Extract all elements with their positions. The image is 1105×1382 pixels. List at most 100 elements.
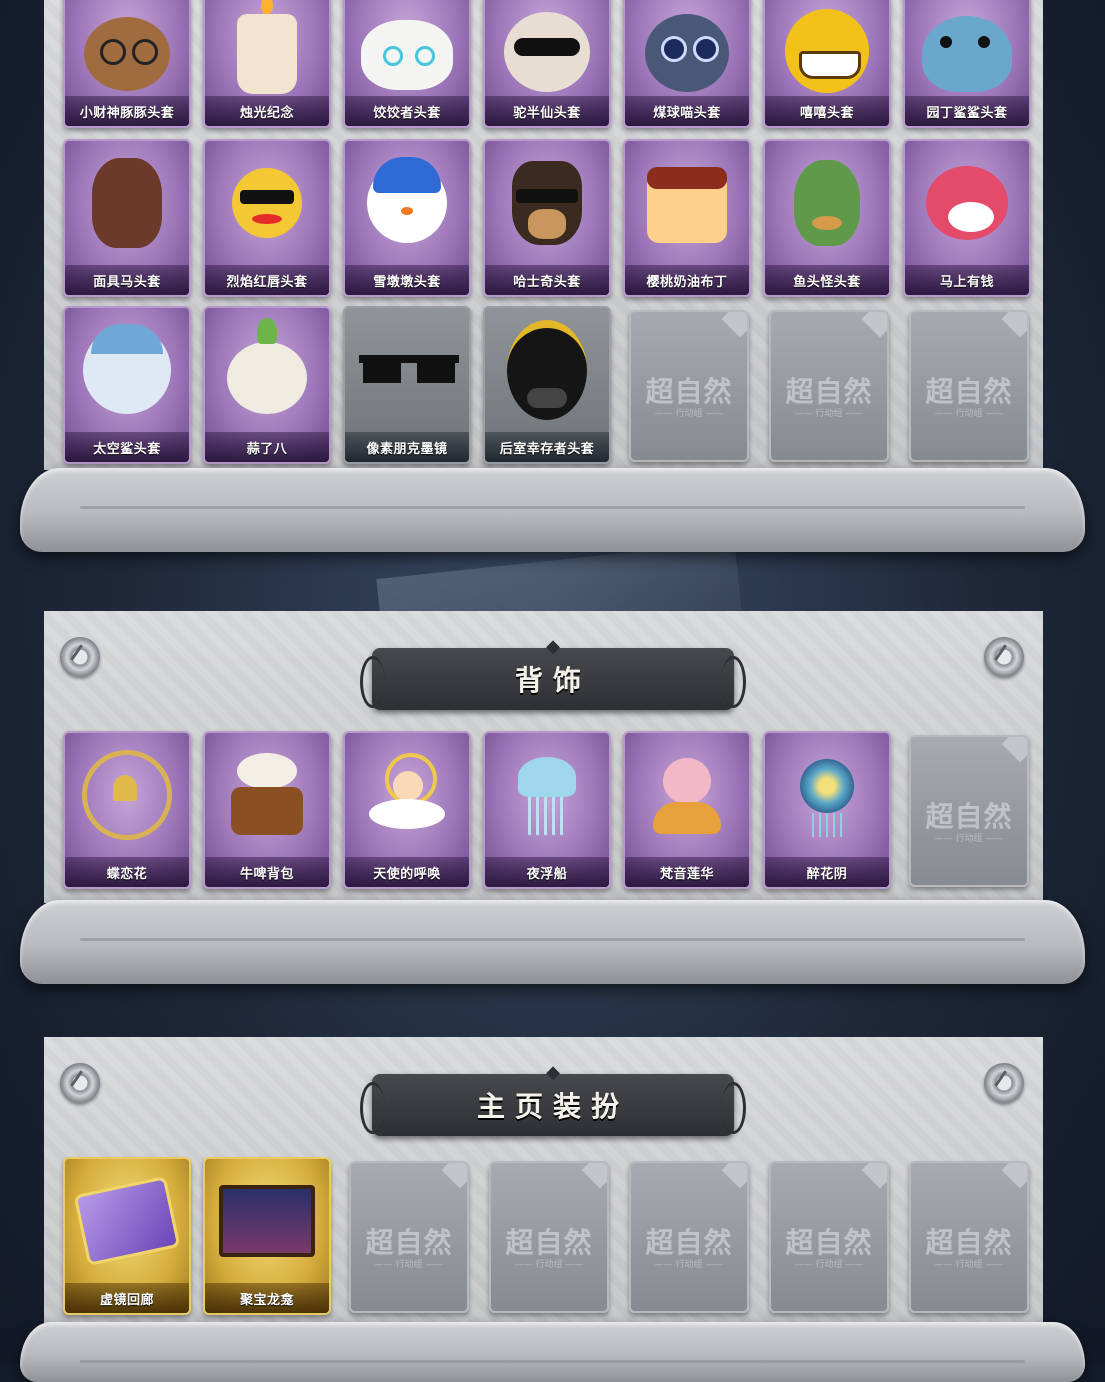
item-card[interactable]: 蝶恋花: [63, 731, 191, 889]
item-label: 鱼头怪头套: [765, 265, 889, 295]
empty-slot: 超自然 —— 行动组 ——: [349, 1161, 469, 1313]
item-label: 樱桃奶油布丁: [625, 265, 749, 295]
space-shark-icon: [79, 322, 175, 418]
item-label: 夜浮船: [485, 857, 609, 887]
section-banner: ◆ 背饰: [360, 636, 746, 710]
horse-mask-icon: [79, 155, 175, 251]
item-label: 雪墩墩头套: [345, 265, 469, 295]
placeholder-sub: —— 行动组 ——: [654, 1260, 724, 1270]
empty-slot: 超自然 —— 行动组 ——: [489, 1161, 609, 1313]
item-card[interactable]: 聚宝龙龛: [203, 1157, 331, 1315]
ornament-icon: [984, 1063, 1024, 1103]
item-card[interactable]: 樱桃奶油布丁: [623, 139, 751, 297]
empty-slot: 超自然 —— 行动组 ——: [629, 310, 749, 462]
gas-mask-helmet-icon: [499, 320, 595, 420]
item-card[interactable]: 煤球喵头套: [623, 0, 751, 128]
alpaca-icon: [499, 0, 595, 92]
item-label: 马上有钱: [905, 265, 1029, 295]
item-card[interactable]: 夜浮船: [483, 731, 611, 889]
treasure-room-icon: [219, 1173, 315, 1269]
item-card[interactable]: 饺饺者头套: [343, 0, 471, 128]
item-card[interactable]: 太空鲨头套: [63, 306, 191, 464]
fish-head-icon: [779, 155, 875, 251]
item-label: 驼半仙头套: [485, 96, 609, 126]
placeholder-sub: —— 行动组 ——: [794, 1260, 864, 1270]
item-card[interactable]: 后室幸存者头套: [483, 306, 611, 464]
item-label: 饺饺者头套: [345, 96, 469, 126]
item-label: 天使的呼唤: [345, 857, 469, 887]
item-card[interactable]: 驼半仙头套: [483, 0, 611, 128]
empty-slot: 超自然 —— 行动组 ——: [909, 735, 1029, 887]
pudding-icon: [639, 155, 735, 251]
scroll-roll: [20, 900, 1085, 984]
ornament-icon: [984, 637, 1024, 677]
item-card[interactable]: 小财神豚豚头套: [63, 0, 191, 128]
empty-slot: 超自然 —— 行动组 ——: [629, 1161, 749, 1313]
placeholder-sub: —— 行动组 ——: [934, 1260, 1004, 1270]
item-label: 像素朋克墨镜: [345, 432, 469, 462]
ornament-icon: [60, 637, 100, 677]
item-card[interactable]: 烈焰红唇头套: [203, 139, 331, 297]
placeholder-sub: —— 行动组 ——: [794, 409, 864, 419]
mirror-card-icon: [73, 1173, 181, 1269]
item-card[interactable]: 园丁鲨鲨头套: [903, 0, 1031, 128]
item-label: 园丁鲨鲨头套: [905, 96, 1029, 126]
item-card[interactable]: 蒜了八: [203, 306, 331, 464]
item-card[interactable]: 鱼头怪头套: [763, 139, 891, 297]
item-label: 虚镜回廊: [65, 1283, 189, 1313]
placeholder-logo: 超自然: [645, 375, 733, 408]
placeholder-logo: 超自然: [505, 1226, 593, 1259]
item-card[interactable]: 嘻嘻头套: [763, 0, 891, 128]
angel-icon: [359, 747, 455, 843]
section-title: 背饰: [514, 664, 591, 697]
pixel-sunglasses-icon: [359, 322, 459, 418]
item-card[interactable]: 马上有钱: [903, 139, 1031, 297]
snowman-icon: [359, 155, 455, 251]
placeholder-logo: 超自然: [645, 1226, 733, 1259]
item-label: 烈焰红唇头套: [205, 265, 329, 295]
item-card[interactable]: 醉花阴: [763, 731, 891, 889]
banner-ornament-icon: ◆: [546, 636, 560, 657]
lotus-girl-icon: [639, 747, 735, 843]
item-label: 聚宝龙龛: [205, 1283, 329, 1313]
item-label: 梵音莲华: [625, 857, 749, 887]
grin-emoji-icon: [779, 0, 875, 93]
scroll-roll: [20, 1322, 1085, 1382]
placeholder-sub: —— 行动组 ——: [934, 834, 1004, 844]
pikachu-icon: [219, 155, 315, 251]
item-card[interactable]: 雪墩墩头套: [343, 139, 471, 297]
item-label: 烛光纪念: [205, 96, 329, 126]
section-banner: ◆ 主页装扮: [360, 1062, 746, 1136]
husky-icon: [499, 155, 595, 251]
item-card[interactable]: 梵音莲华: [623, 731, 751, 889]
dumpling-icon: [359, 0, 455, 90]
placeholder-logo: 超自然: [785, 375, 873, 408]
empty-slot: 超自然 —— 行动组 ——: [909, 1161, 1029, 1313]
item-label: 煤球喵头套: [625, 96, 749, 126]
beer-barrel-icon: [219, 747, 315, 843]
item-card[interactable]: 哈士奇头套: [483, 139, 611, 297]
scroll-roll: [20, 468, 1085, 552]
cow-mascot-icon: [919, 155, 1015, 251]
item-card[interactable]: 牛啤背包: [203, 731, 331, 889]
item-card[interactable]: 虚镜回廊: [63, 1157, 191, 1315]
item-label: 后室幸存者头套: [485, 432, 609, 462]
placeholder-logo: 超自然: [925, 375, 1013, 408]
headwear-panel: 小财神豚豚头套 烛光纪念 饺饺者头套 驼半仙头套 煤球喵头套 嘻嘻头套 园丁鲨鲨…: [44, 0, 1043, 470]
item-card[interactable]: 烛光纪念: [203, 0, 331, 128]
flower-ornament-icon: [779, 747, 875, 843]
empty-slot: 超自然 —— 行动组 ——: [769, 310, 889, 462]
item-label: 嘻嘻头套: [765, 96, 889, 126]
banner-ornament-icon: ◆: [546, 1062, 560, 1083]
item-card[interactable]: 像素朋克墨镜: [343, 306, 471, 464]
item-card[interactable]: 面具马头套: [63, 139, 191, 297]
item-card[interactable]: 天使的呼唤: [343, 731, 471, 889]
ornament-icon: [60, 1063, 100, 1103]
placeholder-logo: 超自然: [365, 1226, 453, 1259]
garlic-icon: [219, 318, 315, 418]
empty-slot: 超自然 —— 行动组 ——: [909, 310, 1029, 462]
bell-wreath-icon: [79, 747, 175, 843]
placeholder-sub: —— 行动组 ——: [374, 1260, 444, 1270]
section-title: 主页装扮: [476, 1090, 629, 1123]
item-label: 蝶恋花: [65, 857, 189, 887]
